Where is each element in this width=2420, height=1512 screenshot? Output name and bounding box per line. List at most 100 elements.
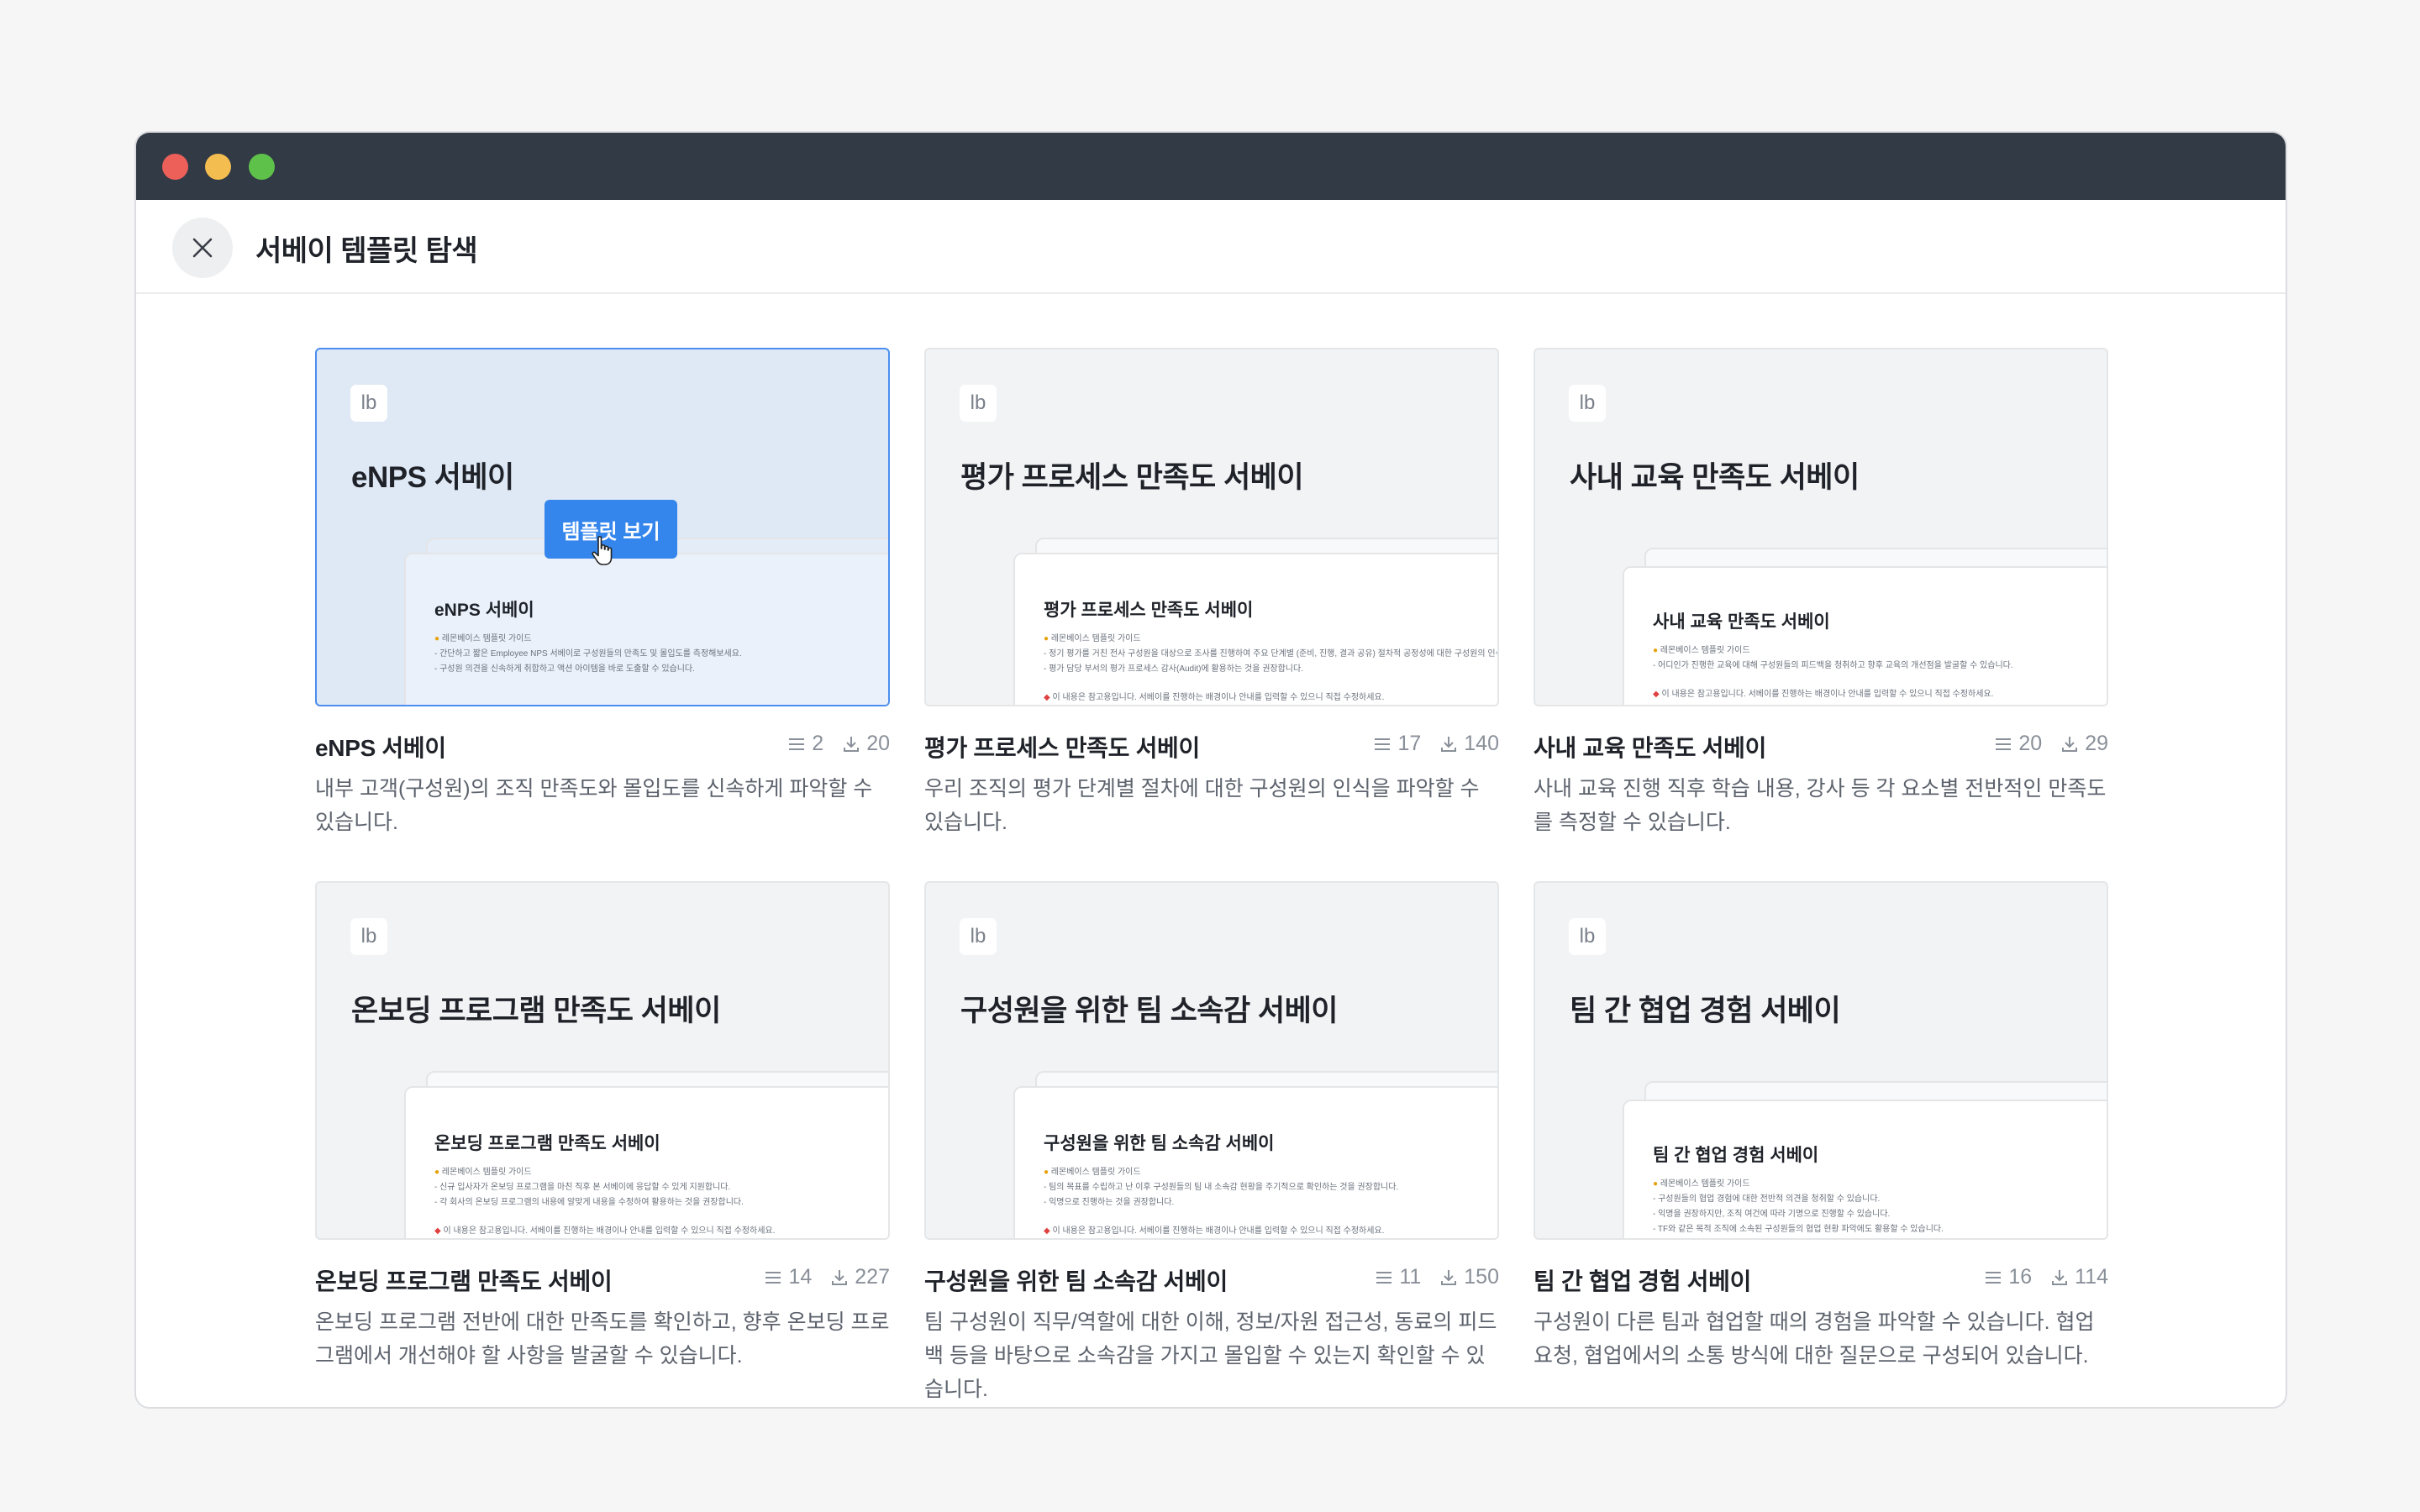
download-icon <box>1441 736 1457 752</box>
preview-note: 이 내용은 참고용입니다. 서베이를 진행하는 배경이나 안내를 입력할 수 있… <box>443 1226 776 1236</box>
template-name[interactable]: 평가 프로세스 만족도 서베이 <box>924 730 1200 764</box>
preview-note: 이 내용은 참고용입니다. 서베이를 진행하는 배경이나 안내를 입력할 수 있… <box>1052 1226 1385 1236</box>
download-icon <box>832 1269 848 1285</box>
question-count: 14 <box>788 1265 813 1289</box>
lemonbase-logo: lb <box>1569 385 1606 422</box>
template-card[interactable]: lb eNPS 서베이 eNPS 서베이 ● 레몬베이스 템플릿 가이드 - 간… <box>315 348 890 839</box>
template-stats: 14 227 <box>745 1265 890 1289</box>
template-thumbnail[interactable]: lb eNPS 서베이 eNPS 서베이 ● 레몬베이스 템플릿 가이드 - 간… <box>315 348 890 706</box>
thumbnail-title: 온보딩 프로그램 만족도 서베이 <box>351 995 721 1027</box>
close-button[interactable] <box>172 218 233 278</box>
preview-line: - 익명을 권장하지만, 조직 여건에 따라 기명으로 진행할 수 있습니다. <box>1653 1210 1891 1219</box>
download-count: 150 <box>1464 1265 1499 1289</box>
template-thumbnail[interactable]: lb 사내 교육 만족도 서베이 사내 교육 만족도 서베이 ● 레몬베이스 템… <box>1534 348 2108 706</box>
template-card[interactable]: lb 팀 간 협업 경험 서베이 팀 간 협업 경험 서베이 ● 레몬베이스 템… <box>1534 881 2108 1373</box>
template-description: 사내 교육 진행 직후 학습 내용, 강사 등 각 요소별 전반적인 만족도를 … <box>1534 777 2107 834</box>
preview-title: 평가 프로세스 만족도 서베이 <box>1044 601 1254 620</box>
question-count: 16 <box>2008 1265 2033 1289</box>
window-maximize-dot[interactable] <box>249 154 275 180</box>
preview-note: 이 내용은 참고용입니다. 서베이를 진행하는 배경이나 안내를 입력할 수 있… <box>1661 690 1994 699</box>
pointer-cursor-icon <box>592 536 613 565</box>
list-icon <box>765 1271 781 1284</box>
lemonbase-logo: lb <box>960 385 997 422</box>
download-count: 20 <box>866 732 890 755</box>
template-thumbnail[interactable]: lb 팀 간 협업 경험 서베이 팀 간 협업 경험 서베이 ● 레몬베이스 템… <box>1534 881 2108 1240</box>
preview-line: - 구성원 의견을 신속하게 취합하고 액션 아이템을 바로 도출할 수 있습니… <box>434 664 695 674</box>
template-thumbnail[interactable]: lb 평가 프로세스 만족도 서베이 평가 프로세스 만족도 서베이 ● 레몬베… <box>924 348 1499 706</box>
pin-icon: ◆ <box>434 1226 441 1236</box>
close-icon <box>192 238 213 258</box>
download-count: 140 <box>1464 732 1499 755</box>
template-name[interactable]: 구성원을 위한 팀 소속감 서베이 <box>924 1263 1228 1297</box>
preview-line: - 각 회사의 온보딩 프로그램의 내용에 알맞게 내용을 수정하여 활용하는 … <box>434 1198 744 1207</box>
lemonbase-logo: lb <box>1569 918 1606 955</box>
pin-icon: ◆ <box>1044 693 1050 702</box>
preview-line: - 정기 평가를 거친 전사 구성원을 대상으로 조사를 진행하여 주요 단계별… <box>1044 649 1499 659</box>
question-count: 2 <box>812 732 824 755</box>
preview-line: - 익명으로 진행하는 것을 권장합니다. <box>1044 1198 1175 1207</box>
preview-guide: 레몬베이스 템플릿 가이드 <box>441 634 532 643</box>
lemonbase-logo: lb <box>350 918 387 955</box>
template-thumbnail[interactable]: lb 온보딩 프로그램 만족도 서베이 온보딩 프로그램 만족도 서베이 ● 레… <box>315 881 890 1240</box>
template-stats: 2 20 <box>769 732 890 756</box>
template-card[interactable]: lb 온보딩 프로그램 만족도 서베이 온보딩 프로그램 만족도 서베이 ● 레… <box>315 881 890 1373</box>
template-name[interactable]: 팀 간 협업 경험 서베이 <box>1534 1263 1751 1297</box>
question-count: 20 <box>2018 732 2043 755</box>
download-icon <box>2062 736 2078 752</box>
list-icon <box>1986 1271 2002 1284</box>
preview-line: - 신규 입사자가 온보딩 프로그램을 마친 직후 본 서베이에 응답할 수 있… <box>434 1183 731 1192</box>
window-close-dot[interactable] <box>162 154 188 180</box>
thumbnail-title: 평가 프로세스 만족도 서베이 <box>960 461 1304 494</box>
lemon-icon: ● <box>1653 1179 1659 1189</box>
preview-line: - 어디인가 진행한 교육에 대해 구성원들의 피드백을 청취하고 향후 교육의… <box>1653 661 2013 670</box>
lemon-icon: ● <box>434 1168 440 1177</box>
preview-guide: 레몬베이스 템플릿 가이드 <box>1660 646 1750 655</box>
template-stats: 17 140 <box>1355 732 1499 756</box>
pin-icon: ◆ <box>1653 690 1660 699</box>
preview-title: eNPS 서베이 <box>434 601 534 620</box>
template-card[interactable]: lb 사내 교육 만족도 서베이 사내 교육 만족도 서베이 ● 레몬베이스 템… <box>1534 348 2108 839</box>
download-icon <box>1441 1269 1457 1285</box>
download-count: 29 <box>2085 732 2108 755</box>
preview-sheet: 팀 간 협업 경험 서베이 ● 레몬베이스 템플릿 가이드 - 구성원들의 협업… <box>1623 1100 2107 1238</box>
template-stats: 20 29 <box>1975 732 2108 756</box>
preview-note: 이 내용은 참고용입니다. 서베이를 진행하는 배경이나 안내를 입력할 수 있… <box>1052 693 1385 702</box>
dialog-header: 서베이 템플릿 탐색 <box>136 200 2286 294</box>
thumbnail-title: 팀 간 협업 경험 서베이 <box>1570 995 1841 1027</box>
preview-title: 팀 간 협업 경험 서베이 <box>1653 1146 1819 1165</box>
preview-line: - 간단하고 짧은 Employee NPS 서베이로 구성원들의 만족도 및 … <box>434 649 742 659</box>
preview-sheet: 사내 교육 만족도 서베이 ● 레몬베이스 템플릿 가이드 - 어디인가 진행한… <box>1623 566 2107 705</box>
template-name[interactable]: eNPS 서베이 <box>315 730 446 764</box>
lemon-icon: ● <box>1044 634 1050 643</box>
list-icon <box>1375 738 1391 750</box>
preview-sheet: 구성원을 위한 팀 소속감 서베이 ● 레몬베이스 템플릿 가이드 - 팀의 목… <box>1013 1086 1497 1238</box>
template-name[interactable]: 사내 교육 만족도 서베이 <box>1534 730 1766 764</box>
template-thumbnail[interactable]: lb 구성원을 위한 팀 소속감 서베이 구성원을 위한 팀 소속감 서베이 ●… <box>924 881 1499 1240</box>
template-stats: 11 150 <box>1356 1265 1499 1289</box>
template-description: 구성원이 다른 팀과 협업할 때의 경험을 파악할 수 있습니다. 협업 요청,… <box>1534 1310 2095 1368</box>
lemonbase-logo: lb <box>350 385 387 422</box>
preview-guide: 레몬베이스 템플릿 가이드 <box>441 1168 532 1177</box>
thumbnail-title: 사내 교육 만족도 서베이 <box>1570 461 1860 494</box>
lemon-icon: ● <box>434 634 440 643</box>
dialog-title: 서베이 템플릿 탐색 <box>255 235 478 267</box>
template-stats: 16 114 <box>1965 1265 2108 1289</box>
pin-icon: ◆ <box>1044 1226 1050 1236</box>
preview-line: - TF와 같은 목적 조직에 소속된 구성원들의 협업 현황 파악에도 활용할… <box>1653 1225 1944 1234</box>
template-description: 우리 조직의 평가 단계별 절차에 대한 구성원의 인식을 파악할 수 있습니다… <box>924 777 1480 834</box>
window-minimize-dot[interactable] <box>205 154 231 180</box>
template-description: 내부 고객(구성원)의 조직 만족도와 몰입도를 신속하게 파악할 수 있습니다… <box>315 777 873 834</box>
preview-title: 사내 교육 만족도 서베이 <box>1653 612 1830 632</box>
template-card[interactable]: lb 평가 프로세스 만족도 서베이 평가 프로세스 만족도 서베이 ● 레몬베… <box>924 348 1499 839</box>
lemonbase-logo: lb <box>960 918 997 955</box>
thumbnail-title: eNPS 서베이 <box>351 461 514 494</box>
lemon-icon: ● <box>1044 1168 1050 1177</box>
preview-sheet: 온보딩 프로그램 만족도 서베이 ● 레몬베이스 템플릿 가이드 - 신규 입사… <box>404 1086 888 1238</box>
list-icon <box>789 738 805 750</box>
preview-line: - 평가 담당 부서의 평가 프로세스 감사(Audit)에 활용하는 것을 권… <box>1044 664 1303 674</box>
template-card[interactable]: lb 구성원을 위한 팀 소속감 서베이 구성원을 위한 팀 소속감 서베이 ●… <box>924 881 1499 1406</box>
preview-guide: 레몬베이스 템플릿 가이드 <box>1660 1179 1750 1189</box>
template-name[interactable]: 온보딩 프로그램 만족도 서베이 <box>315 1263 613 1297</box>
preview-guide: 레몬베이스 템플릿 가이드 <box>1050 634 1141 643</box>
preview-guide: 레몬베이스 템플릿 가이드 <box>1050 1168 1141 1177</box>
